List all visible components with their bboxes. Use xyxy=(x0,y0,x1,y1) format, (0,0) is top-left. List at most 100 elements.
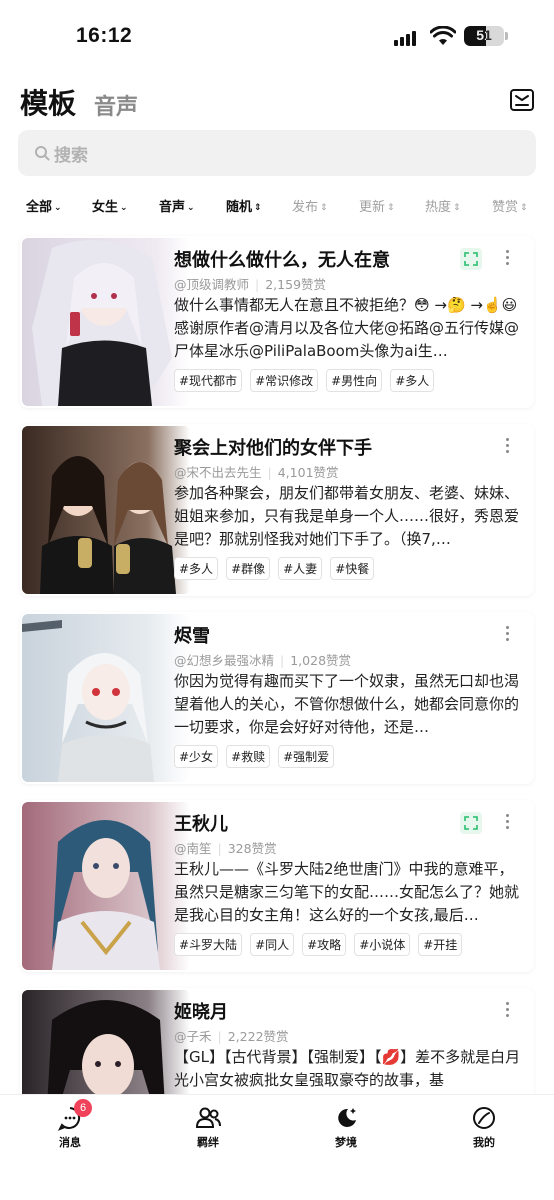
notification-badge: 6 xyxy=(74,1099,92,1117)
nav-profile[interactable]: 我的 xyxy=(444,1105,524,1150)
moon-stars-icon xyxy=(338,1108,356,1127)
card-cover-image xyxy=(22,802,190,970)
tag[interactable]: #快餐 xyxy=(330,557,375,580)
card-cover-image xyxy=(22,238,190,406)
card-description: 王秋儿——《斗罗大陆2绝世唐门》中我的意难平，虽然只是糖家三匀笔下的女配……女配… xyxy=(174,860,520,924)
nav-label: 消息 xyxy=(59,1136,81,1149)
filter-rewards[interactable]: 赞赏 ⇕ xyxy=(492,196,528,215)
card-author[interactable]: @子禾 xyxy=(174,1029,212,1044)
more-options-icon[interactable] xyxy=(504,814,510,830)
bottom-nav: 6 消息 羁绊 梦境 我的 xyxy=(0,1094,554,1200)
people-icon xyxy=(195,1107,221,1128)
card-author[interactable]: @幻想乡最强冰精 xyxy=(174,653,274,668)
filter-label: 音声 xyxy=(159,200,186,215)
card-cover-image xyxy=(22,426,190,594)
chevron-down-icon: ⌄ xyxy=(120,203,128,213)
card-likes: 4,101赞赏 xyxy=(277,465,339,480)
tag[interactable]: #多人 xyxy=(390,369,435,392)
more-options-icon[interactable] xyxy=(504,250,510,266)
battery-tip xyxy=(505,32,508,40)
filter-publish[interactable]: 发布 ⇕ xyxy=(292,196,328,215)
card-meta: @南笙 | 328赞赏 xyxy=(174,841,277,856)
tag[interactable]: #少女 xyxy=(174,745,219,768)
filter-label: 全部 xyxy=(26,200,53,215)
filter-label: 热度 xyxy=(425,200,452,215)
search-input[interactable]: 搜索 xyxy=(18,130,536,176)
filter-all[interactable]: 全部 ⌄ xyxy=(26,196,62,215)
nav-label: 我的 xyxy=(473,1136,495,1149)
more-options-icon[interactable] xyxy=(504,1002,510,1018)
filter-popularity[interactable]: 热度 ⇕ xyxy=(425,196,461,215)
tag[interactable]: #斗罗大陆 xyxy=(174,933,243,956)
template-card[interactable]: 烬雪 @幻想乡最强冰精 | 1,028赞赏 你因为觉得有趣而买下了一个奴隶，虽然无口… xyxy=(20,612,534,784)
expand-icon[interactable] xyxy=(460,812,482,834)
card-author[interactable]: @南笙 xyxy=(174,841,212,856)
card-description: 你因为觉得有趣而买下了一个奴隶，虽然无口却也渴望着他人的关心，不管你想做什么，她… xyxy=(174,672,520,736)
search-icon xyxy=(35,146,50,161)
template-card[interactable]: 想做什么做什么，无人在意 @顶级调教师 | 2,159赞赏 做什么事情都无人在意且不… xyxy=(20,236,534,408)
sort-icon: ⇕ xyxy=(254,203,262,213)
more-options-icon[interactable] xyxy=(504,626,510,642)
tag[interactable]: #攻略 xyxy=(302,933,347,956)
chevron-down-icon: ⌄ xyxy=(54,203,62,213)
card-title: 烬雪 xyxy=(174,626,210,647)
filter-random[interactable]: 随机 ⇕ xyxy=(226,196,262,215)
card-title: 姬晓月 xyxy=(174,1002,228,1023)
status-bar: 16:12 51 xyxy=(0,0,554,70)
card-author[interactable]: @宋不出去先生 xyxy=(174,465,262,480)
tag[interactable]: #同人 xyxy=(250,933,295,956)
card-cover-image xyxy=(22,614,190,782)
expand-icon[interactable] xyxy=(460,248,482,270)
more-options-icon[interactable] xyxy=(504,438,510,454)
cellular-signal-icon xyxy=(394,28,422,46)
template-card[interactable]: 聚会上对他们的女伴下手 @宋不出去先生 | 4,101赞赏 参加各种聚会，朋友们都带… xyxy=(20,424,534,596)
filter-label: 更新 xyxy=(359,200,386,215)
tag[interactable]: #群像 xyxy=(226,557,271,580)
tag[interactable]: #多人 xyxy=(174,557,219,580)
tag[interactable]: #常识修改 xyxy=(250,369,319,392)
tag[interactable]: #小说体 xyxy=(354,933,411,956)
nav-dreams[interactable]: 梦境 xyxy=(306,1105,386,1150)
card-likes: 1,028赞赏 xyxy=(290,653,352,668)
tag[interactable]: #开挂 xyxy=(418,933,463,956)
card-likes: 328赞赏 xyxy=(227,841,277,856)
card-author[interactable]: @顶级调教师 xyxy=(174,277,249,292)
profile-circle-icon xyxy=(473,1107,495,1129)
filter-label: 赞赏 xyxy=(492,200,519,215)
card-likes: 2,159赞赏 xyxy=(265,277,327,292)
filter-label: 女生 xyxy=(92,200,119,215)
card-meta: @顶级调教师 | 2,159赞赏 xyxy=(174,277,327,292)
card-title: 王秋儿 xyxy=(174,814,228,835)
card-description: 参加各种聚会，朋友们都带着女朋友、老婆、妹妹、姐姐来参加，只有我是单身一个人……… xyxy=(174,484,520,548)
filter-female[interactable]: 女生 ⌄ xyxy=(92,196,128,215)
sort-icon: ⇕ xyxy=(320,203,328,213)
filter-bar: 全部 ⌄ 女生 ⌄ 音声 ⌄ 随机 ⇕ 发布 ⇕ 更新 ⇕ 热度 ⇕ 赞赏 ⇕ xyxy=(0,192,554,222)
tag[interactable]: #男性向 xyxy=(326,369,383,392)
sort-icon: ⇕ xyxy=(520,203,528,213)
tag[interactable]: #救赎 xyxy=(226,745,271,768)
wifi-icon xyxy=(430,26,456,45)
filter-update[interactable]: 更新 ⇕ xyxy=(359,196,395,215)
filter-label: 发布 xyxy=(292,200,319,215)
card-meta: @宋不出去先生 | 4,101赞赏 xyxy=(174,465,339,480)
nav-bonds[interactable]: 羁绊 xyxy=(168,1105,248,1150)
chevron-down-icon: ⌄ xyxy=(187,203,195,213)
tag[interactable]: #强制爱 xyxy=(278,745,335,768)
tag[interactable]: #现代都市 xyxy=(174,369,243,392)
battery-level: 51 xyxy=(476,27,492,43)
filter-audio[interactable]: 音声 ⌄ xyxy=(159,196,195,215)
card-meta: @幻想乡最强冰精 | 1,028赞赏 xyxy=(174,653,352,668)
tag[interactable]: #人妻 xyxy=(278,557,323,580)
sort-icon: ⇕ xyxy=(387,203,395,213)
filter-label: 随机 xyxy=(226,200,253,215)
card-tags: #现代都市 #常识修改 #男性向 #多人 xyxy=(174,369,435,392)
card-title: 想做什么做什么，无人在意 xyxy=(174,250,390,271)
card-tags: #多人 #群像 #人妻 #快餐 xyxy=(174,557,375,580)
drafts-box-icon[interactable] xyxy=(509,87,535,113)
card-description: 做什么事情都无人在意且不被拒绝？😳 →🤔 →☝️😃 感谢原作者@清月以及各位大佬… xyxy=(174,296,520,360)
tab-audio[interactable]: 音声 xyxy=(94,89,138,121)
template-card[interactable]: 王秋儿 @南笙 | 328赞赏 王秋儿——《斗罗大陆2绝世唐门》中我的意难平，虽然只… xyxy=(20,800,534,972)
search-placeholder: 搜索 xyxy=(54,145,88,166)
nav-messages[interactable]: 6 消息 xyxy=(30,1099,110,1150)
tab-templates[interactable]: 模板 xyxy=(20,82,76,122)
